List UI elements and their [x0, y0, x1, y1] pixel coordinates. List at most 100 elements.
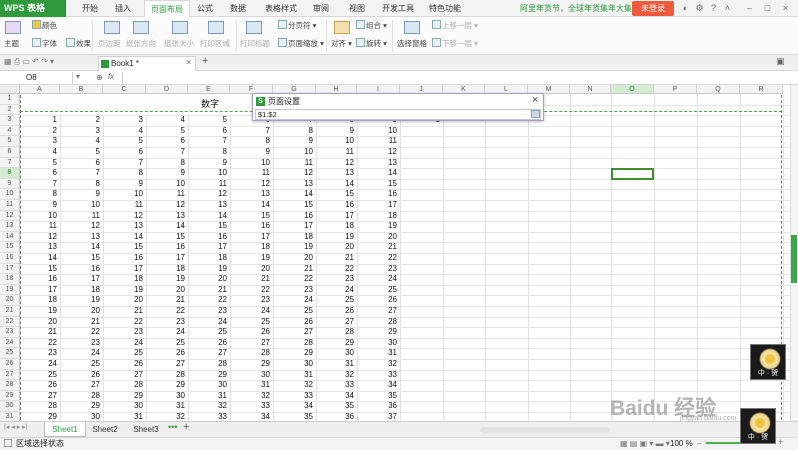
close-icon[interactable]: × — [780, 3, 791, 14]
menu-tab[interactable]: 特色功能 — [422, 0, 468, 17]
column-header[interactable]: Q — [697, 85, 740, 94]
print-title-rows-input[interactable]: $1:$2 — [255, 109, 541, 120]
print-titles-button[interactable]: 打印标题 — [240, 38, 270, 50]
margins-button[interactable]: 页边距 — [98, 38, 121, 50]
fonts-button[interactable]: 字体 — [32, 38, 57, 50]
row-header[interactable]: 4 — [0, 125, 20, 137]
column-header[interactable]: O — [611, 85, 654, 94]
bring-forward-button[interactable]: 上移一层 ▾ — [432, 20, 478, 32]
theme-button[interactable]: 主题 — [4, 38, 19, 50]
row-header[interactable]: 25 — [0, 348, 20, 359]
colors-button[interactable]: 颜色 — [32, 20, 57, 32]
row-header[interactable]: 30 — [0, 401, 20, 412]
tab-list-icon[interactable]: ▣ — [776, 56, 785, 67]
send-backward-button[interactable]: 下移一层 ▾ — [432, 38, 478, 50]
print-area-button[interactable]: 打印区域 — [200, 38, 230, 50]
zoom-out-icon[interactable]: – — [697, 438, 701, 450]
skin-icon[interactable]: ◐ — [680, 3, 691, 14]
row-header[interactable]: 31 — [0, 412, 20, 421]
view-mode-icons[interactable]: ▦ ▤ ▣ ▾ ▬ ▾ — [620, 438, 670, 450]
row-header[interactable]: 26 — [0, 359, 20, 370]
menu-tab[interactable]: 公式 — [190, 0, 220, 17]
sheet-tab[interactable]: Sheet2 — [86, 422, 124, 437]
row-header[interactable]: 18 — [0, 274, 20, 285]
row-header[interactable]: 15 — [0, 242, 20, 253]
align-button[interactable]: 对齐 ▾ — [331, 38, 352, 50]
row-header[interactable]: 9 — [0, 178, 20, 190]
page-zoom-button[interactable]: 页面缩放 ▾ — [278, 38, 324, 50]
row-header[interactable]: 8 — [0, 168, 20, 179]
row-header[interactable]: 11 — [0, 200, 20, 211]
dialog-close-icon[interactable]: × — [532, 94, 538, 107]
settings-icon[interactable]: ⚙ — [694, 3, 705, 14]
column-header[interactable]: E — [188, 85, 230, 94]
new-tab-icon[interactable]: + — [202, 55, 208, 67]
row-header[interactable]: 5 — [0, 136, 20, 147]
row-header[interactable]: 27 — [0, 369, 20, 381]
selection-pane-button[interactable]: 选择窗格 — [397, 38, 427, 50]
row-header[interactable]: 21 — [0, 306, 20, 317]
row-header[interactable]: 16 — [0, 253, 20, 264]
promo-link[interactable]: 阿里年货节，全球年货集年大集 — [520, 0, 632, 17]
more-sheets-icon[interactable]: ••• — [168, 422, 177, 432]
menu-tab[interactable]: 页面布局 — [144, 0, 190, 17]
active-cell-o8[interactable] — [611, 168, 654, 180]
column-header[interactable]: R — [740, 85, 783, 94]
row-header[interactable]: 28 — [0, 380, 20, 391]
menu-tab[interactable]: 开始 — [72, 0, 108, 17]
menu-tab[interactable]: 审阅 — [306, 0, 336, 17]
row-header[interactable]: 3 — [0, 115, 20, 126]
horizontal-scrollbar[interactable] — [480, 427, 610, 433]
page-break-button[interactable]: 分页符 ▾ — [278, 20, 316, 32]
login-button[interactable]: 未登录 — [632, 1, 674, 16]
row-header[interactable]: 12 — [0, 210, 20, 222]
row-header[interactable]: 29 — [0, 390, 20, 402]
column-header[interactable]: C — [103, 85, 146, 94]
add-sheet-icon[interactable]: + — [183, 421, 189, 433]
sheet-tab[interactable]: Sheet3 — [125, 422, 167, 437]
document-tab[interactable]: Book1 * — [98, 56, 196, 71]
row-header[interactable]: 14 — [0, 231, 20, 243]
menu-tab[interactable]: 数据 — [221, 0, 255, 17]
column-header[interactable]: A — [20, 85, 60, 94]
column-header[interactable]: P — [654, 85, 697, 94]
column-header[interactable]: D — [146, 85, 188, 94]
vertical-scroll-thumb[interactable] — [791, 235, 797, 283]
wps-logo-menu[interactable]: WPS 表格 — [0, 0, 66, 17]
select-all-corner[interactable] — [0, 85, 20, 94]
range-picker-icon[interactable] — [531, 110, 540, 118]
column-header[interactable]: B — [60, 85, 103, 94]
name-box-dropdown-icon[interactable]: ▾ — [76, 72, 80, 81]
sheet-tab[interactable]: Sheet1 — [44, 422, 86, 437]
row-header[interactable]: 10 — [0, 189, 20, 200]
menu-tab[interactable]: 开发工具 — [375, 0, 421, 17]
zoom-in-icon[interactable]: + — [778, 437, 783, 447]
row-header[interactable]: 22 — [0, 316, 20, 328]
menu-tab[interactable]: 视图 — [339, 0, 375, 17]
row-header[interactable]: 6 — [0, 147, 20, 158]
name-box[interactable]: O8 — [0, 72, 73, 84]
minimize-icon[interactable]: – — [744, 3, 755, 14]
group-button[interactable]: 组合 ▾ — [356, 20, 387, 32]
row-header[interactable]: 7 — [0, 157, 20, 169]
orientation-button[interactable]: 纸张方向 — [126, 38, 156, 50]
paper-size-button[interactable]: 纸张大小 — [164, 38, 194, 50]
row-header[interactable]: 23 — [0, 327, 20, 338]
menu-tab[interactable]: 表格样式 — [259, 0, 303, 17]
help-icon[interactable]: ? — [708, 3, 719, 14]
formula-input[interactable] — [122, 72, 792, 84]
column-header[interactable]: N — [570, 85, 611, 94]
row-header[interactable]: 13 — [0, 221, 20, 232]
row-header[interactable]: 17 — [0, 263, 20, 275]
row-header[interactable]: 2 — [0, 104, 20, 116]
menu-tab[interactable]: 插入 — [108, 0, 138, 17]
sheet-nav-arrows[interactable]: |◂ ◂ ▸ ▸| — [4, 423, 28, 431]
row-header[interactable]: 1 — [0, 94, 20, 105]
document-tab-close-icon[interactable]: × — [186, 57, 191, 67]
restore-icon[interactable]: □ — [762, 3, 773, 14]
row-header[interactable]: 24 — [0, 337, 20, 349]
collapse-ribbon-icon[interactable]: ˄ — [722, 3, 733, 14]
effects-button[interactable]: 效果 — [66, 38, 91, 50]
rotate-button[interactable]: 旋转 ▾ — [356, 38, 387, 50]
row-header[interactable]: 20 — [0, 295, 20, 306]
